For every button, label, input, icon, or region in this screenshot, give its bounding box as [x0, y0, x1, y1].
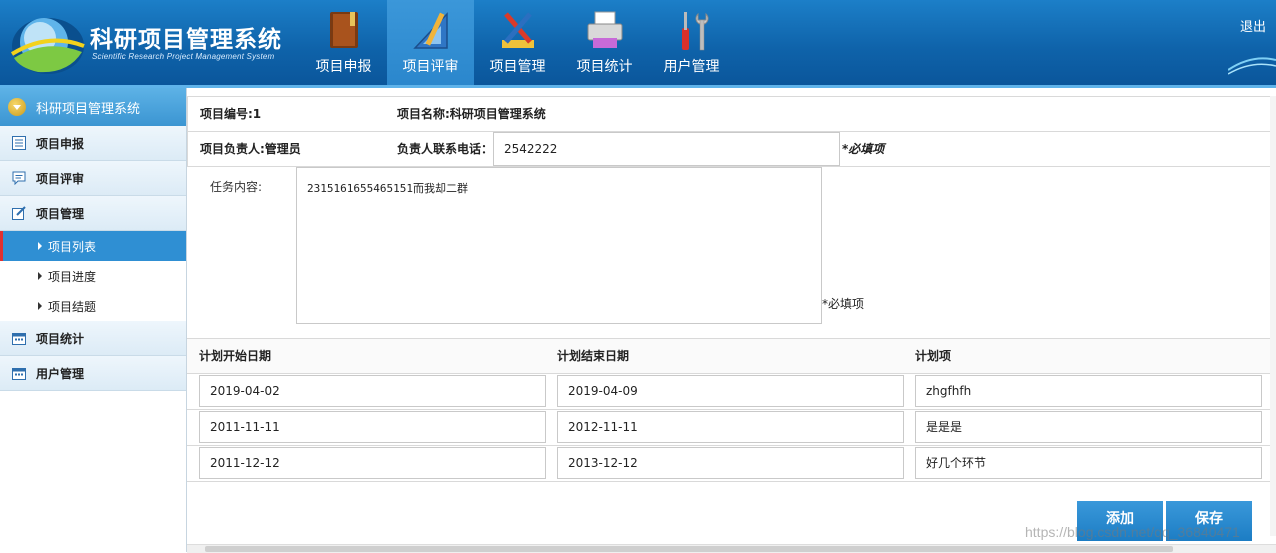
phone-required-note: *必填项	[842, 142, 885, 156]
end-date-input[interactable]: 2013-12-12	[557, 447, 904, 479]
nav-label: 项目申报	[315, 59, 372, 75]
plan-item-input[interactable]: zhgfhfh	[915, 375, 1262, 407]
decorative-swoosh	[1228, 57, 1276, 75]
start-date-input[interactable]: 2011-11-11	[199, 411, 546, 443]
sidebar-group-label: 项目管理	[36, 206, 85, 221]
nav-item-users[interactable]: 用户管理	[648, 0, 735, 88]
tools-icon	[502, 12, 534, 48]
leader-info-row: 项目负责人:管理员 负责人联系电话： 2542222 *必填项	[187, 131, 1271, 167]
book-icon	[330, 12, 358, 48]
nav-label: 用户管理	[663, 59, 720, 75]
nav-label: 项目评审	[402, 59, 459, 75]
start-date-input[interactable]: 2019-04-02	[199, 375, 546, 407]
sidebar-group-label: 项目评审	[36, 171, 85, 186]
app-subtitle: Scientific Research Project Management S…	[92, 52, 275, 61]
collapse-toggle-icon	[8, 98, 26, 116]
sidebar-item-label: 项目列表	[48, 239, 97, 254]
scrollbar-thumb[interactable]	[205, 546, 1173, 552]
table-row: 2011-12-12 2013-12-12 好几个环节	[187, 445, 1271, 482]
calendar-icon	[12, 368, 26, 380]
sidebar-item-label: 项目进度	[48, 269, 97, 284]
phone-label: 负责人联系电话：	[397, 142, 494, 156]
comment-icon	[12, 171, 26, 185]
sidebar-header[interactable]: 科研项目管理系统	[0, 88, 186, 126]
nav-item-apply[interactable]: 项目申报	[300, 0, 387, 88]
arrow-right-icon	[38, 242, 42, 250]
start-date-input[interactable]: 2011-12-12	[199, 447, 546, 479]
nav-item-stats[interactable]: 项目统计	[561, 0, 648, 88]
nav-label: 项目统计	[576, 59, 633, 75]
nav-item-review[interactable]: 项目评审	[387, 0, 474, 88]
plan-table-header: 计划开始日期 计划结束日期 计划项	[187, 338, 1271, 374]
main-content: 项目编号:1 项目名称:科研项目管理系统 项目负责人:管理员 负责人联系电话： …	[187, 88, 1276, 553]
edit-icon	[12, 206, 26, 220]
sidebar: 科研项目管理系统 项目申报 项目评审 项目管理 项目列表 项目进度 项目结题 项…	[0, 88, 187, 552]
wrench-screwdriver-icon	[682, 12, 709, 51]
nav-label: 项目管理	[489, 59, 546, 75]
nav-item-manage[interactable]: 项目管理	[474, 0, 561, 88]
project-leader: 项目负责人:管理员	[200, 142, 301, 156]
task-textarea[interactable]: 2315161655465151而我却二群	[296, 167, 822, 324]
sidebar-group-users[interactable]: 用户管理	[0, 356, 186, 391]
sidebar-item-project-progress[interactable]: 项目进度	[0, 261, 186, 291]
phone-input[interactable]: 2542222	[493, 132, 840, 166]
table-row: 2019-04-02 2019-04-09 zhgfhfh	[187, 373, 1271, 410]
globe-logo-icon	[10, 18, 85, 74]
project-info-row: 项目编号:1 项目名称:科研项目管理系统	[187, 96, 1271, 132]
sidebar-group-stats[interactable]: 项目统计	[0, 321, 186, 356]
printer-icon	[587, 11, 623, 48]
project-name: 项目名称:科研项目管理系统	[397, 107, 546, 121]
sidebar-group-review[interactable]: 项目评审	[0, 161, 186, 196]
sidebar-group-label: 项目申报	[36, 136, 85, 151]
arrow-right-icon	[38, 302, 42, 310]
app-title: 科研项目管理系统	[90, 27, 282, 53]
column-header-plan-item: 计划项	[915, 349, 952, 363]
ruler-pencil-icon	[413, 12, 448, 49]
table-row: 2011-11-11 2012-11-11 是是是	[187, 409, 1271, 446]
sidebar-group-manage[interactable]: 项目管理	[0, 196, 186, 231]
sidebar-group-label: 用户管理	[36, 366, 85, 381]
sidebar-group-label: 项目统计	[36, 331, 85, 346]
end-date-input[interactable]: 2019-04-09	[557, 375, 904, 407]
column-header-start-date: 计划开始日期	[199, 349, 272, 363]
sidebar-title: 科研项目管理系统	[36, 101, 141, 117]
watermark-text: https://blog.csdn.net/qq_36840471	[1025, 524, 1240, 540]
top-nav: 项目申报 项目评审 项目管理 项目统计 用户管理	[300, 0, 735, 88]
sidebar-item-project-closure[interactable]: 项目结题	[0, 291, 186, 321]
vertical-scrollbar[interactable]	[1270, 96, 1276, 536]
column-header-end-date: 计划结束日期	[557, 349, 630, 363]
plan-item-input[interactable]: 是是是	[915, 411, 1262, 443]
project-number: 项目编号:1	[200, 107, 262, 121]
end-date-input[interactable]: 2012-11-11	[557, 411, 904, 443]
top-header: 科研项目管理系统 Scientific Research Project Man…	[0, 0, 1276, 88]
arrow-right-icon	[38, 272, 42, 280]
task-required-note: *必填项	[822, 297, 865, 311]
task-label: 任务内容:	[210, 180, 263, 194]
plan-item-input[interactable]: 好几个环节	[915, 447, 1262, 479]
sidebar-item-label: 项目结题	[48, 299, 97, 314]
sidebar-item-project-list[interactable]: 项目列表	[0, 231, 186, 261]
sidebar-group-apply[interactable]: 项目申报	[0, 126, 186, 161]
list-icon	[12, 136, 26, 150]
calendar-icon	[12, 333, 26, 345]
logout-link[interactable]: 退出	[1240, 16, 1266, 35]
